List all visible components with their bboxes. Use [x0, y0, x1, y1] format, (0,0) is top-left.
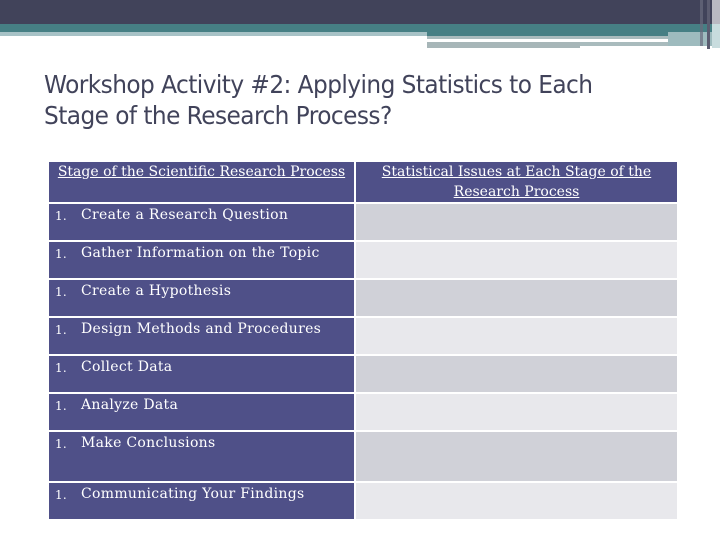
- stage-label: Gather Information on the Topic: [81, 245, 320, 261]
- stage-label: Design Methods and Procedures: [81, 321, 322, 337]
- table-row: 1. Create a Research Question: [49, 204, 677, 240]
- issue-cell[interactable]: [356, 318, 677, 354]
- header-stage: Stage of the Scientific Research Process: [49, 162, 354, 202]
- stage-cell: 1. Analyze Data: [49, 394, 354, 430]
- list-number: 1.: [55, 361, 68, 375]
- table-header-row: Stage of the Scientific Research Process…: [49, 162, 677, 202]
- corner-block: [712, 24, 720, 48]
- stage-cell: 1. Communicating Your Findings: [49, 483, 354, 519]
- research-stages-table: Stage of the Scientific Research Process…: [47, 160, 679, 521]
- accent-stripe: [427, 42, 580, 48]
- stage-label: Create a Research Question: [81, 207, 289, 223]
- list-number: 1.: [55, 323, 68, 337]
- stage-label: Make Conclusions: [81, 435, 216, 451]
- stage-cell: 1. Create a Hypothesis: [49, 280, 354, 316]
- table-row: 1. Gather Information on the Topic: [49, 242, 677, 278]
- table-row: 1. Make Conclusions: [49, 432, 677, 481]
- slide-title: Workshop Activity #2: Applying Statistic…: [44, 70, 593, 130]
- accent-stripe-left: [0, 32, 427, 36]
- stage-cell: 1. Gather Information on the Topic: [49, 242, 354, 278]
- list-number: 1.: [55, 399, 68, 413]
- issue-cell[interactable]: [356, 394, 677, 430]
- table-row: 1. Create a Hypothesis: [49, 280, 677, 316]
- issue-cell[interactable]: [356, 204, 677, 240]
- stage-cell: 1. Design Methods and Procedures: [49, 318, 354, 354]
- vertical-accent-line: [700, 0, 703, 46]
- list-number: 1.: [55, 209, 68, 223]
- vertical-accent-line: [707, 0, 710, 49]
- list-number: 1.: [55, 488, 68, 502]
- stage-cell: 1. Make Conclusions: [49, 432, 354, 481]
- stage-label: Create a Hypothesis: [81, 283, 232, 299]
- list-number: 1.: [55, 285, 68, 299]
- table-row: 1. Collect Data: [49, 356, 677, 392]
- list-number: 1.: [55, 437, 68, 451]
- stage-label: Analyze Data: [81, 397, 179, 413]
- stage-label: Communicating Your Findings: [81, 486, 305, 502]
- table-row: 1. Analyze Data: [49, 394, 677, 430]
- table-row: 1. Communicating Your Findings: [49, 483, 677, 519]
- accent-band: [0, 24, 720, 32]
- header-band: [0, 0, 720, 24]
- stage-label: Collect Data: [81, 359, 173, 375]
- issue-cell[interactable]: [356, 356, 677, 392]
- stage-cell: 1. Collect Data: [49, 356, 354, 392]
- corner-block: [712, 0, 720, 24]
- issue-cell[interactable]: [356, 483, 677, 519]
- issue-cell[interactable]: [356, 280, 677, 316]
- list-number: 1.: [55, 247, 68, 261]
- issue-cell[interactable]: [356, 432, 677, 481]
- issue-cell[interactable]: [356, 242, 677, 278]
- header-statistical-issues: Statistical Issues at Each Stage of the …: [356, 162, 677, 202]
- table-row: 1. Design Methods and Procedures: [49, 318, 677, 354]
- accent-block: [668, 32, 712, 46]
- stage-cell: 1. Create a Research Question: [49, 204, 354, 240]
